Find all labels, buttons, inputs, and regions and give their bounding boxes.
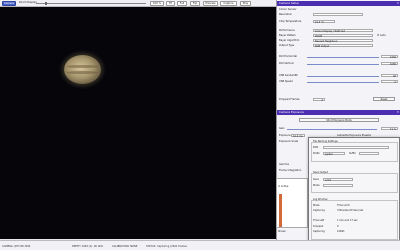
capturing-value: 3 Minutes 00 Seconds	[337, 209, 364, 212]
file-naming-title: File Naming Settings	[313, 140, 338, 143]
camera-setup-title: Camera Setup	[279, 1, 300, 5]
flip-button[interactable]: Flip	[190, 1, 200, 6]
close-icon[interactable]: ✕	[397, 1, 399, 6]
zoom-value-box[interactable]: 100 %	[150, 1, 164, 6]
roi-horizontal-label: ROI Horizontal	[279, 55, 298, 58]
dropped-label: Dropped	[313, 225, 324, 228]
close-icon[interactable]: ✕	[397, 110, 399, 115]
status-camera: CAMERA: QHY-IIIC-5M4	[2, 244, 31, 248]
fit-button[interactable]: Fit	[166, 1, 175, 6]
histogram-bars	[279, 194, 282, 227]
log-mode-label: Mode	[313, 204, 320, 207]
gain-value[interactable]: 71 %	[381, 126, 398, 130]
bayer-pattern-select[interactable]: RGGB	[313, 33, 373, 37]
roi-horizontal-slider[interactable]	[307, 56, 379, 58]
save-select[interactable]: Limit	[323, 177, 353, 181]
camera-exposure-header[interactable]: Camera Exposure ✕	[277, 110, 400, 115]
usb-bandwidth-label: USB bandwidth	[279, 74, 299, 77]
roi-vertical-slider[interactable]	[307, 63, 379, 65]
bayer-algorithm-select[interactable]: Nearest Neighbour	[313, 38, 373, 42]
roi-vertical-value[interactable]: 1080	[381, 61, 398, 65]
camera-setup-header[interactable]: Camera Setup ✕	[277, 1, 400, 6]
status-calibration: CALIBRATION: NONE	[112, 244, 138, 248]
reset-button[interactable]: Reset	[373, 97, 395, 102]
usb-bandwidth-value[interactable]: 40	[381, 73, 398, 77]
dropped-value: 0	[337, 225, 339, 228]
resolution-select[interactable]	[313, 12, 363, 17]
dropped-frames-label: Dropped Frames	[279, 98, 300, 101]
log-window-title: Log Window	[313, 198, 328, 201]
time-left-value: 1 min and 17 sec	[337, 219, 358, 222]
planet-band	[67, 71, 98, 74]
save-label: Save	[313, 178, 319, 181]
mode-select[interactable]	[323, 183, 353, 188]
path-label: Path	[313, 146, 319, 149]
usb-speed-label: USB Speed	[279, 80, 293, 83]
usb-speed-value[interactable]: 0	[381, 79, 398, 83]
capturing-label: Capturing	[313, 209, 325, 212]
frames-captured-label: Capturing	[313, 230, 325, 233]
gain-label: Gain	[279, 127, 285, 130]
usb-bandwidth-slider[interactable]	[307, 75, 379, 77]
camera-exposure-title: Camera Exposure	[279, 110, 304, 114]
planet-image	[64, 55, 101, 84]
frame-integration-label: Frame Integration	[279, 169, 302, 172]
roi-vertical-label: ROI Vertical	[279, 62, 294, 65]
preview-button[interactable]: Preview	[203, 1, 218, 6]
exposure-mode-button[interactable]: Short Exposure Mode	[299, 118, 379, 122]
exposure-scale-label: Exposure Scale	[279, 140, 299, 143]
save-output-title: Save Output	[313, 171, 328, 174]
exposure-label: Exposure	[279, 134, 291, 137]
camera-button[interactable]: Camera	[2, 1, 16, 6]
capture-button[interactable]: Capture	[220, 1, 237, 6]
output-type-label: Output Type	[279, 44, 295, 47]
usb-speed-slider[interactable]	[307, 81, 379, 83]
histogram-bottom-label: Shown	[278, 230, 286, 233]
histogram-active-label: Active	[280, 185, 289, 188]
frames-captured-value: 12661	[337, 230, 345, 233]
sensor-label: Colour Sensor	[279, 8, 297, 11]
status-depth: DEPTH: 8-Bit (1): 4K ADC	[72, 244, 104, 248]
time-left-label: Time Left	[313, 219, 325, 222]
suffix-label: Suffix	[349, 152, 356, 155]
status-state: STATUS: Capturing (2641 frames	[146, 244, 187, 248]
performance-label: Performance	[279, 29, 295, 32]
roi-horizontal-value[interactable]: 1440	[381, 54, 398, 58]
gamma-label: Gamma	[279, 163, 289, 166]
suffix-field[interactable]	[359, 151, 379, 156]
chip-temp-value: 21.4 °C	[313, 19, 335, 23]
exposure-value[interactable]: 10.0 ms	[291, 133, 305, 137]
zoom-label: Zoom Display	[19, 1, 37, 5]
histogram-panel: ☑ Active	[276, 178, 308, 228]
image-viewport[interactable]	[0, 7, 276, 239]
output-type-select[interactable]: RGB Output	[313, 43, 373, 47]
bayer-algorithm-label: Bayer Algorithm	[279, 39, 300, 42]
zoom-slider-knob[interactable]	[44, 1, 47, 6]
status-bar: CAMERA: QHY-IIIC-5M4 DEPTH: 8-Bit (1): 4…	[0, 240, 400, 250]
planet-band	[67, 65, 98, 68]
zoom-slider[interactable]	[36, 3, 146, 4]
auto-label: Auto	[380, 34, 386, 37]
path-field[interactable]	[323, 145, 389, 150]
performance-select[interactable]: Colour Display / RGB Out	[313, 28, 373, 32]
chip-temp-label: Chip Temperature	[279, 20, 302, 23]
full-button[interactable]: Full	[177, 1, 187, 6]
resolution-label: Resolution	[279, 13, 293, 16]
capture-dialog: File Naming Settings Path Prefix Jupiter…	[308, 137, 400, 249]
dropped-frames-value: 0	[313, 97, 325, 101]
prefix-label: Prefix	[313, 152, 320, 155]
mode-label: Mode	[313, 184, 320, 187]
play-button[interactable]: Play	[240, 1, 251, 6]
histogram-active-checkbox[interactable]: ☑ Active	[278, 185, 288, 188]
gain-slider[interactable]	[287, 128, 377, 130]
prefix-field[interactable]: Jupiter	[323, 151, 345, 155]
auto-checkbox[interactable]: ☑ Auto	[377, 34, 386, 37]
bayer-pattern-label: Bayer Pattern	[279, 34, 297, 37]
log-mode-value: Time Limit	[337, 204, 350, 207]
